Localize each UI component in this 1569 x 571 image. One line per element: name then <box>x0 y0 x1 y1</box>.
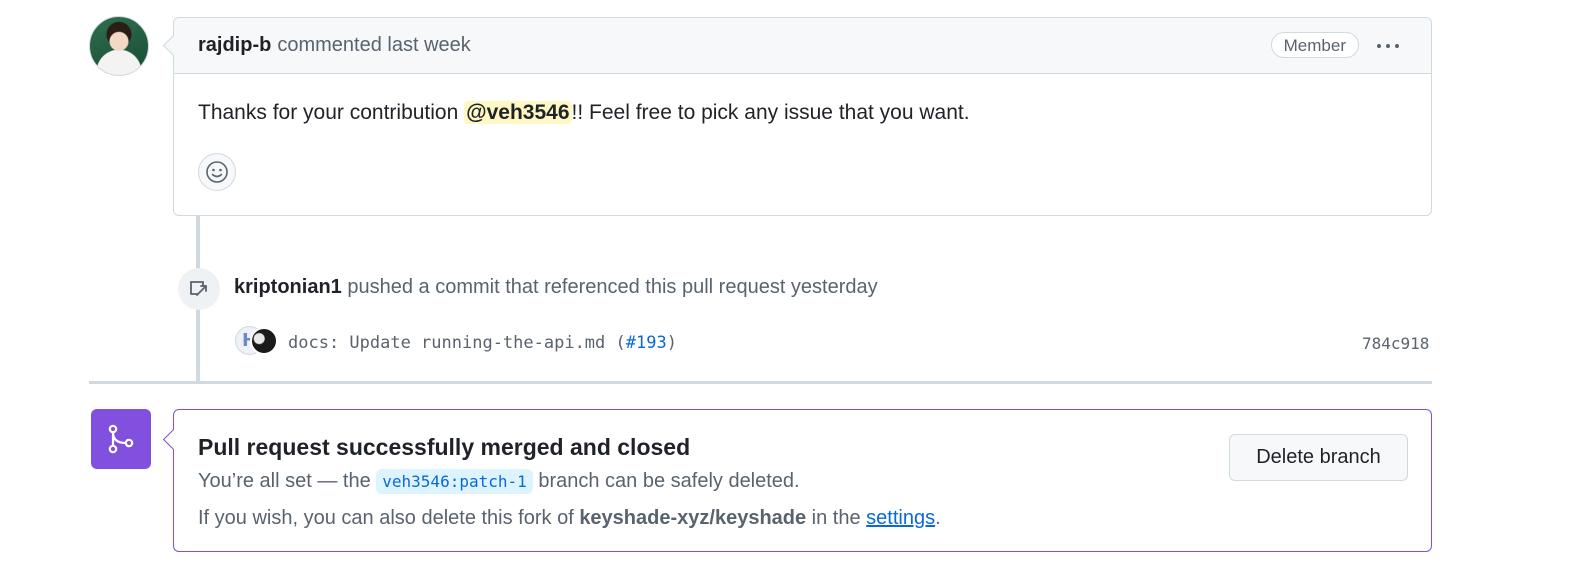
comment-author-avatar[interactable] <box>89 16 149 76</box>
comment-text-end: !! Feel free to pick any issue that you … <box>571 101 970 124</box>
settings-link[interactable]: settings <box>866 507 935 529</box>
merge-line1-end: branch can be safely deleted. <box>532 470 800 492</box>
repo-name: keyshade-xyz/keyshade <box>579 507 807 529</box>
merge-status-fork-line: If you wish, you can also delete this fo… <box>198 507 941 530</box>
merge-status-title: Pull request successfully merged and clo… <box>198 434 691 460</box>
comment-header: rajdip-b commented last week Member <box>174 18 1431 74</box>
commit-sha-link[interactable]: 784c918 <box>1362 334 1429 353</box>
merge-status-branch-line: You’re all set — the veh3546:patch-1 bra… <box>198 469 800 494</box>
push-event-action: pushed a commit that referenced this pul… <box>347 276 878 298</box>
commit-coauthor-avatar[interactable] <box>250 327 278 355</box>
merge-line2-start: If you wish, you can also delete this fo… <box>198 507 580 529</box>
merge-line1-start: You’re all set — the <box>198 470 377 492</box>
comment-timestamp: commented last week <box>277 34 471 56</box>
add-reaction-button[interactable] <box>198 153 236 191</box>
merge-line2-end: . <box>935 507 941 529</box>
member-badge: Member <box>1270 32 1359 58</box>
branch-name[interactable]: veh3546:patch-1 <box>376 469 533 494</box>
commit-avatars[interactable]: H <box>235 326 281 356</box>
push-event-text: kriptonian1 pushed a commit that referen… <box>234 276 878 299</box>
commit-pr-link[interactable]: #193 <box>626 333 667 353</box>
merge-status-box: Pull request successfully merged and clo… <box>173 409 1432 552</box>
comment-box: rajdip-b commented last week Member Than… <box>173 17 1432 216</box>
more-options-icon[interactable] <box>1373 36 1403 56</box>
commit-message-text[interactable]: docs: Update running-the-api.md ( <box>288 333 626 353</box>
push-author-link[interactable]: kriptonian1 <box>234 276 342 298</box>
user-mention-link[interactable]: @veh3546 <box>464 101 572 124</box>
commit-message-suffix: ) <box>666 333 677 353</box>
repo-push-icon <box>178 268 220 310</box>
smiley-icon <box>206 161 228 183</box>
comment-body: Thanks for your contribution @veh3546!! … <box>174 74 1431 125</box>
timeline-separator <box>89 381 1432 384</box>
comment-text-start: Thanks for your contribution <box>198 101 465 124</box>
merge-line2-middle: in the <box>806 507 867 529</box>
delete-branch-button[interactable]: Delete branch <box>1229 434 1408 481</box>
commit-message[interactable]: docs: Update running-the-api.md (#193) <box>288 333 677 353</box>
comment-author-link[interactable]: rajdip-b <box>198 34 271 57</box>
git-merge-icon <box>91 409 151 469</box>
